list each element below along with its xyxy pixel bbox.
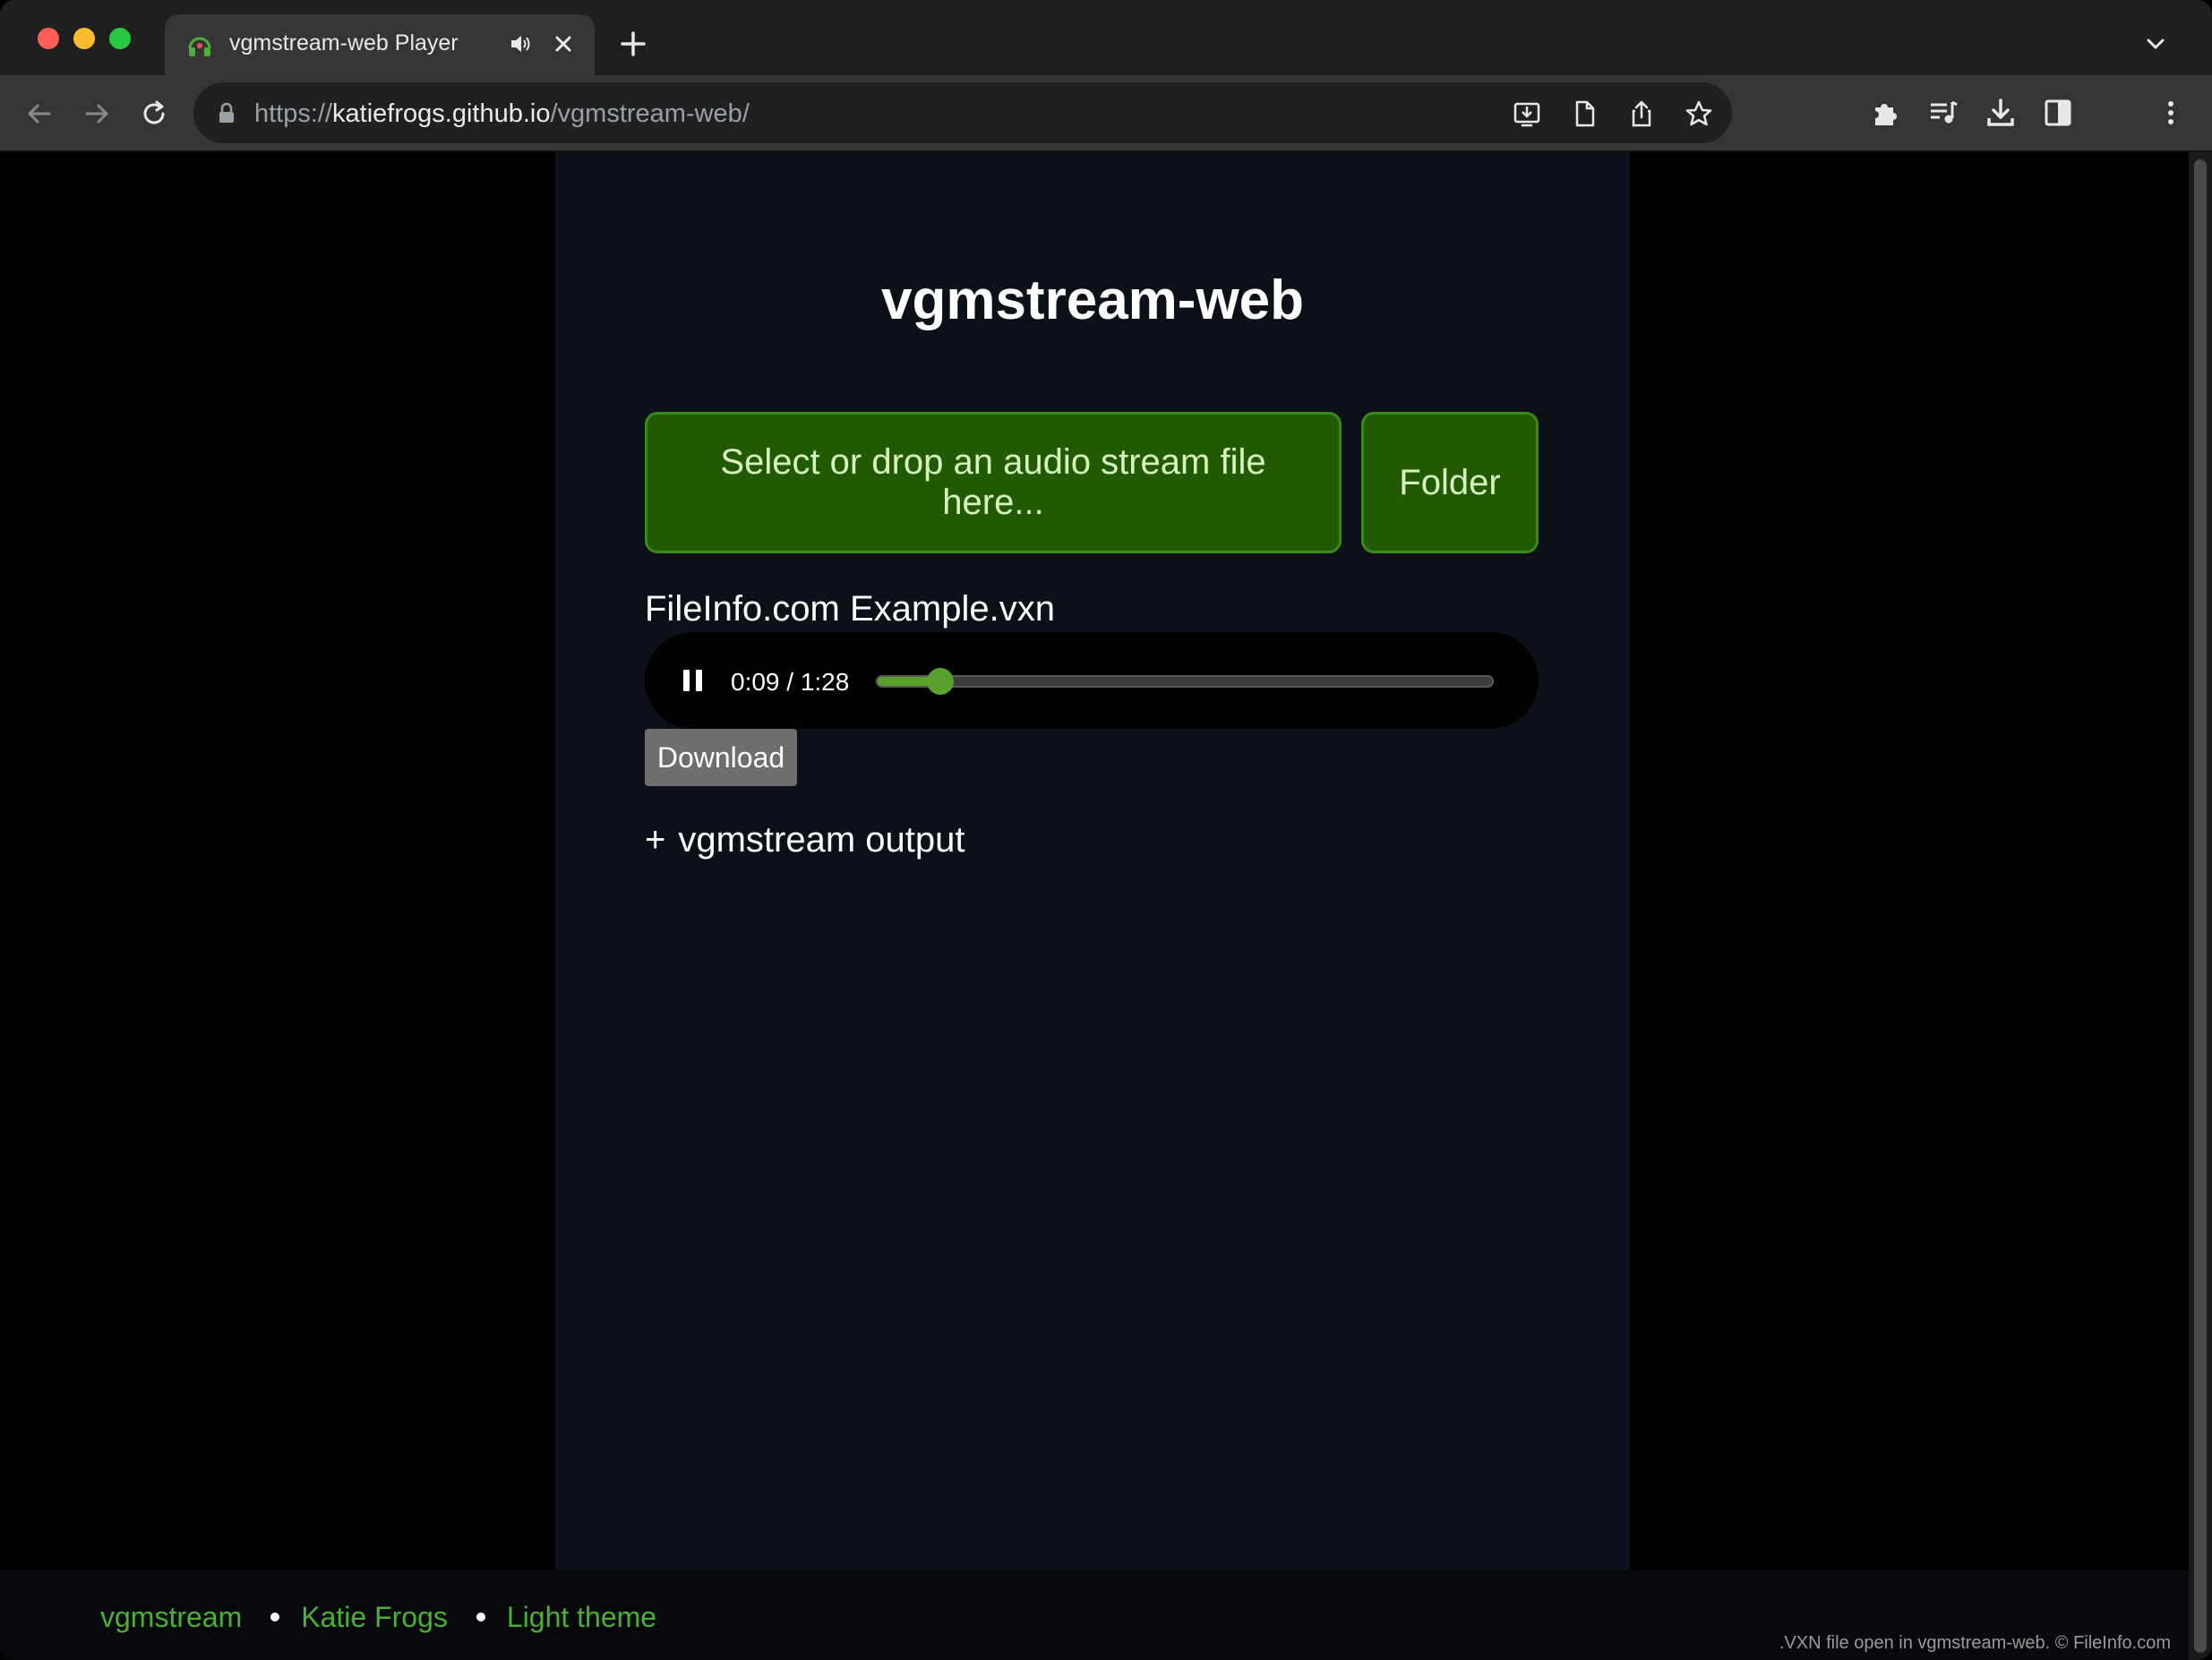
footer-links: vgmstream Katie Frogs Light theme: [100, 1601, 656, 1634]
footer-link-vgmstream[interactable]: vgmstream: [100, 1601, 242, 1633]
separator-dot: [270, 1612, 280, 1621]
audio-player: 0:09 / 1:28: [645, 632, 1539, 729]
page-icon[interactable]: [1569, 98, 1599, 129]
downloads-icon[interactable]: [1985, 97, 2017, 129]
install-app-icon[interactable]: [1512, 98, 1542, 129]
select-file-dropzone[interactable]: Select or drop an audio stream file here…: [645, 412, 1342, 553]
speaker-icon[interactable]: [509, 32, 532, 56]
separator-dot: [476, 1612, 485, 1621]
page-viewport: vgmstream-web Select or drop an audio st…: [0, 152, 2189, 1660]
scrollbar-thumb[interactable]: [2194, 159, 2207, 1653]
back-arrow-icon[interactable]: [22, 97, 56, 131]
side-panel-icon[interactable]: [2042, 97, 2074, 129]
url-text[interactable]: https://katiefrogs.github.io/vgmstream-w…: [254, 99, 750, 129]
page-footer: vgmstream Katie Frogs Light theme .VXN fil…: [0, 1570, 2189, 1660]
download-button[interactable]: Download: [645, 729, 797, 786]
chevron-down-icon[interactable]: [2142, 30, 2169, 57]
footer-link-katie-frogs[interactable]: Katie Frogs: [301, 1601, 448, 1633]
vgmstream-output-toggle[interactable]: + vgmstream output: [645, 820, 965, 860]
folder-button[interactable]: Folder: [1361, 412, 1539, 553]
share-icon[interactable]: [1626, 98, 1657, 129]
output-toggle-label: vgmstream output: [678, 820, 965, 860]
playback-time: 0:09 / 1:28: [731, 668, 850, 696]
more-menu-icon[interactable]: [2155, 97, 2187, 129]
reload-icon[interactable]: [137, 97, 171, 131]
lock-icon[interactable]: [217, 102, 236, 124]
page-title: vgmstream-web: [880, 270, 1305, 331]
expand-plus-icon: +: [645, 820, 666, 860]
tab-title: vgmstream-web Player: [229, 30, 459, 56]
browser-toolbar: https://katiefrogs.github.io/vgmstream-w…: [0, 75, 2212, 152]
footer-link-light-theme[interactable]: Light theme: [507, 1601, 656, 1633]
bookmark-star-icon[interactable]: [1684, 98, 1714, 129]
tab-strip: vgmstream-web Player: [0, 0, 2212, 75]
credit-text: .VXN file open in vgmstream-web. © FileI…: [1779, 1633, 2171, 1653]
forward-arrow-icon[interactable]: [80, 97, 114, 131]
tab-vgmstream-web[interactable]: vgmstream-web Player: [165, 14, 595, 75]
main-panel: vgmstream-web Select or drop an audio st…: [555, 152, 1630, 1570]
file-name: FileInfo.com Example.vxn: [645, 589, 1055, 629]
maximize-window-button[interactable]: [109, 28, 131, 49]
pause-icon[interactable]: [681, 666, 706, 695]
page-scrollbar[interactable]: [2189, 152, 2212, 1660]
headphones-icon: [188, 37, 211, 56]
media-queue-icon[interactable]: [1927, 97, 1959, 129]
minimize-window-button[interactable]: [73, 28, 95, 49]
seek-slider[interactable]: [876, 668, 1494, 695]
new-tab-icon[interactable]: [618, 29, 648, 59]
seek-handle[interactable]: [926, 668, 954, 695]
close-window-button[interactable]: [38, 28, 59, 49]
close-icon[interactable]: [550, 30, 577, 57]
extensions-puzzle-icon[interactable]: [1870, 97, 1902, 129]
address-bar[interactable]: https://katiefrogs.github.io/vgmstream-w…: [193, 82, 1732, 143]
browser-window: vgmstream-web Player https://katiefrogs.…: [0, 0, 2212, 1660]
